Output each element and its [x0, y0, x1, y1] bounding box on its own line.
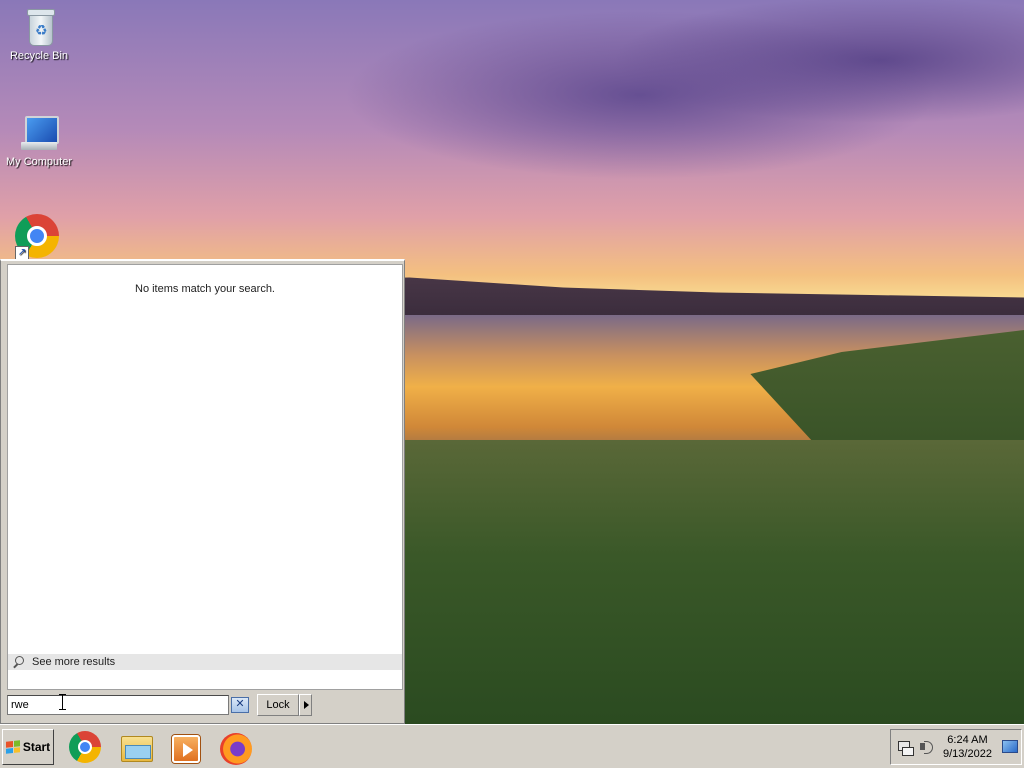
see-more-results-link[interactable]: See more results [8, 654, 402, 670]
start-search-input[interactable] [7, 695, 229, 715]
taskbar-media-player[interactable] [169, 731, 203, 765]
system-tray: 6:24 AM 9/13/2022 [890, 729, 1022, 765]
taskbar: Start 6:24 AM 9/13/2022 [0, 724, 1024, 768]
search-icon [12, 655, 26, 669]
desktop-icon-label: My Computer [5, 156, 73, 168]
text-cursor-icon [59, 694, 67, 710]
clear-search-icon[interactable]: ✕ [231, 697, 249, 713]
start-label: Start [22, 740, 51, 754]
volume-icon[interactable] [919, 739, 935, 755]
desktop-icon-recycle-bin[interactable]: ♻ Recycle Bin [1, 6, 77, 62]
desktop-icon-chrome[interactable]: ↗ [15, 214, 61, 260]
shortcut-arrow-icon: ↗ [15, 246, 29, 260]
recycle-bin-icon: ♻ [19, 6, 59, 46]
no-results-message: No items match your search. [135, 283, 275, 295]
firefox-icon [220, 733, 252, 765]
taskbar-file-explorer[interactable] [119, 731, 153, 765]
lock-button[interactable]: Lock [257, 694, 299, 716]
taskbar-firefox[interactable] [219, 731, 253, 765]
computer-icon [19, 112, 59, 152]
see-more-results-label: See more results [32, 656, 116, 668]
desktop-icon-my-computer[interactable]: My Computer [1, 112, 77, 168]
clock[interactable]: 6:24 AM 9/13/2022 [943, 733, 992, 761]
start-button[interactable]: Start [2, 729, 54, 765]
network-icon[interactable] [897, 739, 914, 756]
windows-logo-icon [5, 740, 20, 754]
chevron-right-icon[interactable] [299, 694, 312, 716]
taskbar-chrome[interactable] [69, 731, 103, 765]
search-results-pane: No items match your search. See more res… [7, 264, 403, 690]
start-menu-panel: No items match your search. See more res… [0, 259, 405, 724]
clock-time: 6:24 AM [947, 734, 988, 746]
show-desktop-icon[interactable] [1002, 740, 1018, 753]
media-player-icon [172, 735, 200, 763]
chrome-icon [69, 731, 101, 763]
desktop-icon-label: Recycle Bin [9, 50, 69, 62]
clock-date: 9/13/2022 [943, 748, 992, 760]
file-explorer-icon [121, 736, 153, 762]
